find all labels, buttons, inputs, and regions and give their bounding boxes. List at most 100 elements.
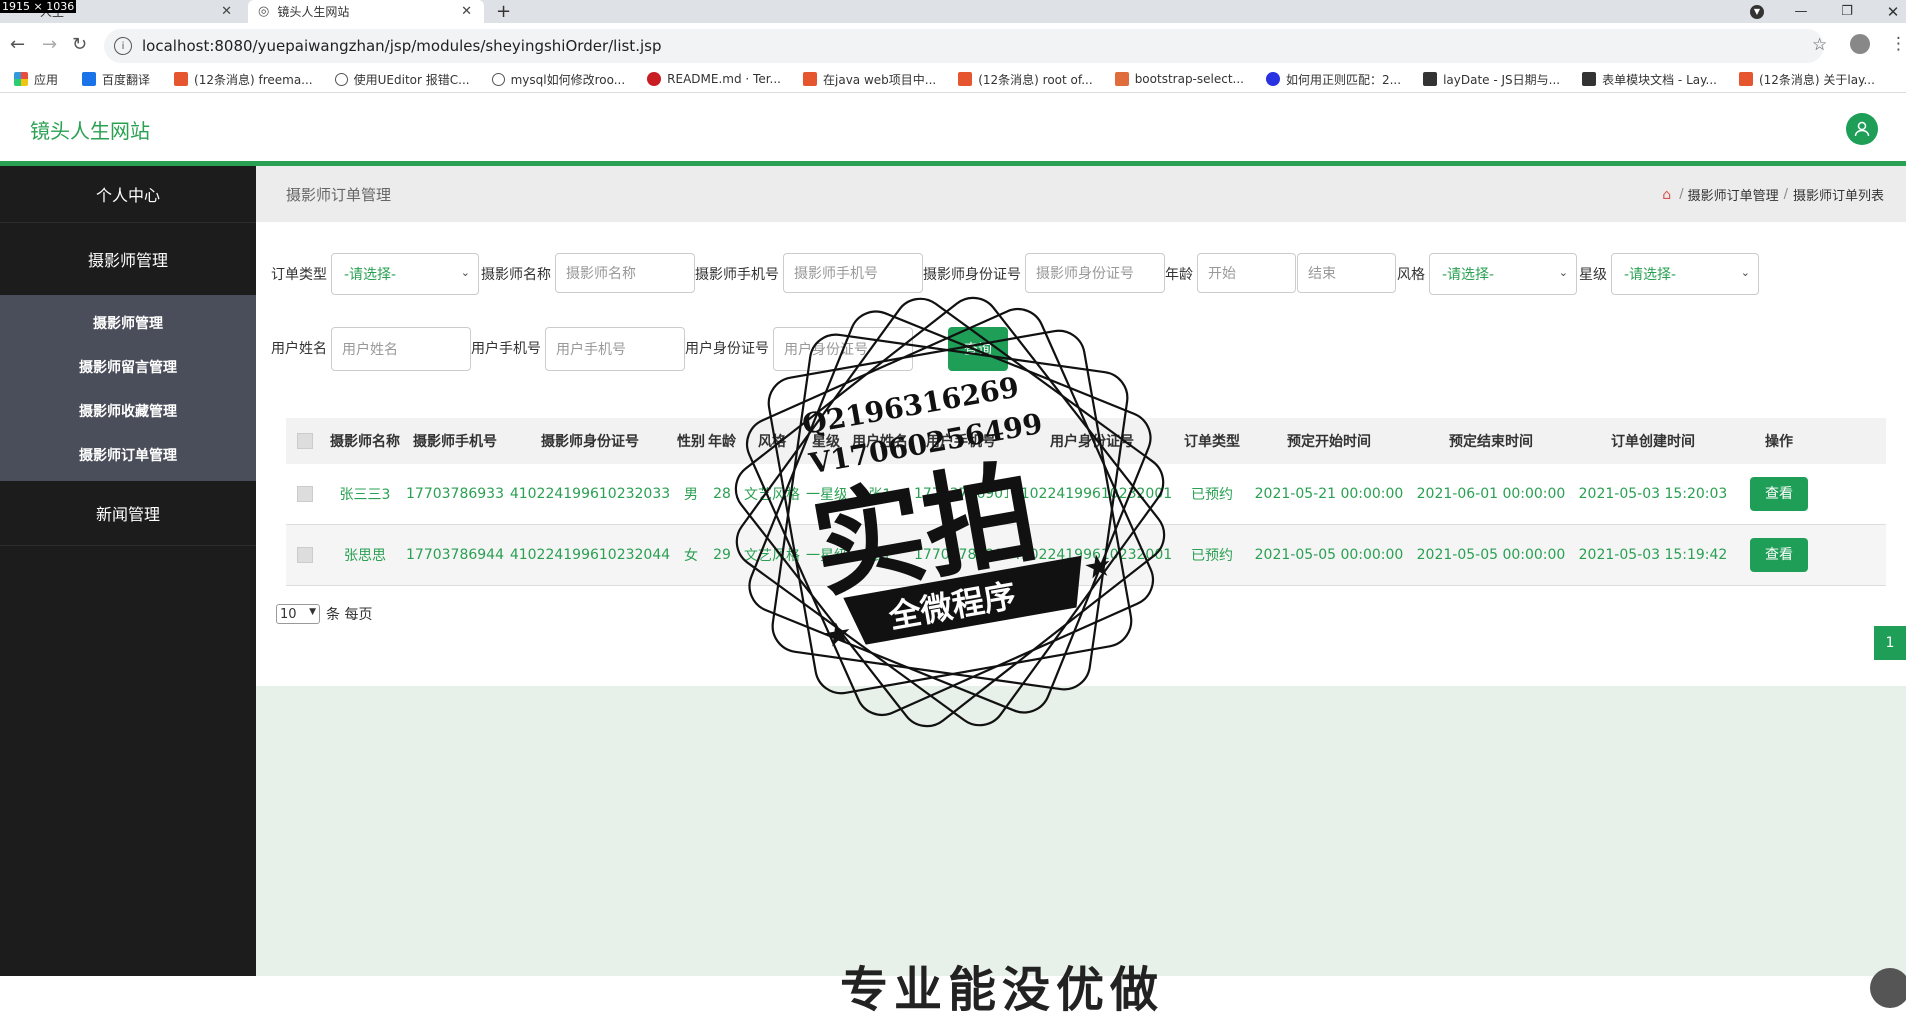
back-icon[interactable]: ←: [10, 34, 25, 55]
column-header[interactable]: 星级: [806, 431, 846, 451]
sidebar: 个人中心 摄影师管理 摄影师管理 摄影师留言管理 摄影师收藏管理 摄影师订单管理…: [0, 166, 256, 976]
order-type-label: 订单类型: [271, 267, 327, 283]
url-bar[interactable]: i localhost:8080/yuepaiwangzhan/jsp/modu…: [104, 29, 1824, 63]
baidu-icon: [1265, 72, 1280, 86]
app-header: 镜头人生网站: [0, 93, 1906, 166]
select-all-checkbox[interactable]: [286, 433, 324, 449]
column-header[interactable]: 性别: [676, 431, 706, 451]
gitee-icon: [647, 72, 662, 86]
bookmark-item[interactable]: layDate - JS日期与...: [1423, 71, 1560, 88]
column-header[interactable]: 用户手机号: [914, 431, 1008, 451]
user-id-label: 用户身份证号: [685, 341, 769, 357]
order-type-select[interactable]: -请选择- ⌄: [331, 253, 479, 295]
globe-icon: ◎: [258, 4, 270, 19]
photographer-id-input[interactable]: 摄影师身份证号: [1025, 253, 1165, 293]
photographer-phone-input[interactable]: 摄影师手机号: [783, 253, 923, 293]
column-header[interactable]: 摄影师身份证号: [504, 431, 676, 451]
table-header: 摄影师名称 摄影师手机号 摄影师身份证号 性别 年龄 风格 星级 用户姓名 用户…: [286, 418, 1886, 464]
bookmark-item[interactable]: mysql如何修改roo...: [491, 71, 625, 88]
style-select[interactable]: -请选择- ⌄: [1429, 253, 1577, 295]
bookmark-item[interactable]: (12条消息) root of...: [958, 71, 1093, 88]
user-phone-input[interactable]: 用户手机号: [545, 327, 685, 371]
column-header[interactable]: 用户身份证号: [1008, 431, 1176, 451]
forward-icon[interactable]: →: [42, 34, 57, 55]
age-start-input[interactable]: 开始: [1197, 253, 1296, 293]
user-phone-label: 用户手机号: [471, 341, 541, 357]
level-label: 星级: [1579, 267, 1607, 283]
sidebar-item-photographer-messages[interactable]: 摄影师留言管理: [0, 345, 256, 389]
url-text[interactable]: localhost:8080/yuepaiwangzhan/jsp/module…: [142, 37, 661, 55]
menu-icon[interactable]: ⋮: [1890, 34, 1906, 54]
bookmark-item[interactable]: (12条消息) 关于lay...: [1738, 71, 1875, 88]
column-header[interactable]: 年龄: [706, 431, 738, 451]
breadcrumb-item[interactable]: 摄影师订单管理: [1688, 185, 1779, 204]
bookmark-item[interactable]: (12条消息) freema...: [174, 71, 313, 88]
column-header[interactable]: 用户姓名: [846, 431, 914, 451]
bookmark-item[interactable]: 百度翻译: [82, 71, 150, 88]
column-header[interactable]: 风格: [738, 431, 806, 451]
column-header[interactable]: 订单创建时间: [1572, 431, 1734, 451]
bookmark-item[interactable]: README.md · Ter...: [647, 72, 781, 86]
bookmark-item[interactable]: 表单模块文档 - Lay...: [1582, 71, 1717, 88]
user-name-input[interactable]: 用户姓名: [331, 327, 471, 371]
sidebar-item-photographer-manage[interactable]: 摄影师管理: [0, 301, 256, 345]
sidebar-group-photographer[interactable]: 摄影师管理: [0, 223, 256, 295]
home-icon[interactable]: ⌂: [1662, 187, 1671, 203]
column-header[interactable]: 预定开始时间: [1248, 431, 1410, 451]
close-window-icon[interactable]: ✕: [1870, 0, 1906, 23]
csdn-icon: [958, 72, 973, 86]
level-select[interactable]: -请选择- ⌄: [1611, 253, 1759, 295]
query-button[interactable]: 查询: [948, 327, 1008, 371]
chevron-down-icon: ▼: [309, 607, 316, 617]
bookmark-item[interactable]: 使用UEditor 报错C...: [334, 71, 470, 88]
row-checkbox[interactable]: [286, 486, 324, 502]
row-checkbox[interactable]: [286, 547, 324, 563]
new-tab-button[interactable]: +: [496, 0, 516, 23]
per-page-label: 条 每页: [326, 607, 373, 623]
sidebar-item-news[interactable]: 新闻管理: [0, 481, 256, 546]
layui-icon: [1582, 72, 1597, 86]
bookmark-item[interactable]: bootstrap-select...: [1114, 72, 1244, 86]
close-icon[interactable]: ✕: [461, 4, 472, 19]
sidebar-item-photographer-orders[interactable]: 摄影师订单管理: [0, 433, 256, 477]
apps-icon: [14, 72, 28, 86]
bookmark-item[interactable]: 在java web项目中...: [803, 71, 936, 88]
order-table: 摄影师名称 摄影师手机号 摄影师身份证号 性别 年龄 风格 星级 用户姓名 用户…: [286, 418, 1886, 586]
info-icon[interactable]: i: [114, 37, 132, 55]
column-header[interactable]: 预定结束时间: [1410, 431, 1572, 451]
sidebar-item-profile[interactable]: 个人中心: [0, 166, 256, 223]
photographer-name-input[interactable]: 摄影师名称: [555, 253, 695, 293]
web-icon: [334, 72, 348, 86]
profile-icon[interactable]: [1850, 34, 1870, 54]
tab-search-icon[interactable]: ▼: [1734, 0, 1780, 23]
page-size-select[interactable]: 10 ▼: [276, 604, 320, 624]
photographer-phone-label: 摄影师手机号: [695, 267, 779, 283]
browser-tab-active[interactable]: ◎ 镜头人生网站 ✕: [248, 0, 484, 23]
star-icon[interactable]: ☆: [1812, 35, 1827, 55]
column-header[interactable]: 摄影师手机号: [406, 431, 504, 451]
column-header[interactable]: 订单类型: [1176, 431, 1248, 451]
reload-icon[interactable]: ↻: [72, 34, 87, 55]
csdn-icon: [1738, 72, 1753, 86]
minimize-icon[interactable]: —: [1778, 0, 1824, 23]
age-end-input[interactable]: 结束: [1297, 253, 1396, 293]
column-header[interactable]: 摄影师名称: [324, 431, 406, 451]
bookmark-apps[interactable]: 应用: [14, 71, 58, 88]
sidebar-item-photographer-favorites[interactable]: 摄影师收藏管理: [0, 389, 256, 433]
photographer-name-label: 摄影师名称: [481, 267, 551, 283]
layui-icon: [1423, 72, 1438, 86]
translate-icon: [82, 72, 97, 86]
page-number-button[interactable]: 1: [1874, 626, 1906, 660]
page-size-control: 10 ▼ 条 每页: [276, 604, 372, 624]
scroll-top-icon[interactable]: [1870, 968, 1906, 1008]
lower-banner-area: [256, 686, 1906, 976]
view-button[interactable]: 查看: [1750, 477, 1808, 511]
site-brand[interactable]: 镜头人生网站: [30, 115, 150, 144]
user-id-input[interactable]: 用户身份证号: [773, 327, 913, 371]
user-avatar-icon[interactable]: [1846, 113, 1878, 145]
view-button[interactable]: 查看: [1750, 538, 1808, 572]
bookmark-item[interactable]: 如何用正则匹配：2...: [1265, 71, 1401, 88]
close-icon[interactable]: ✕: [221, 4, 232, 19]
restore-icon[interactable]: ❐: [1824, 0, 1870, 23]
csdn-icon: [174, 72, 189, 86]
